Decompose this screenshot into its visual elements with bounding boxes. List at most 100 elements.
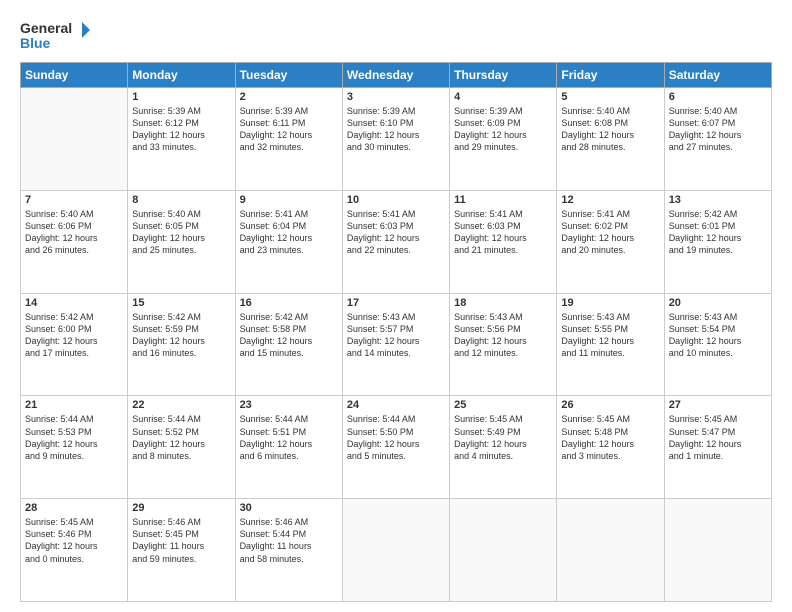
weekday-friday: Friday [557,63,664,88]
weekday-wednesday: Wednesday [342,63,449,88]
day-number: 9 [240,194,338,206]
day-number: 29 [132,502,230,514]
calendar-body: 1 Sunrise: 5:39 AM Sunset: 6:12 PM Daylig… [21,88,772,602]
day-cell: 19 Sunrise: 5:43 AM Sunset: 5:55 PM Dayli… [557,293,664,396]
day-cell: 4 Sunrise: 5:39 AM Sunset: 6:09 PM Daylig… [450,88,557,191]
day-cell [342,499,449,602]
day-cell: 12 Sunrise: 5:41 AM Sunset: 6:02 PM Dayli… [557,190,664,293]
day-info: Sunrise: 5:44 AM Sunset: 5:50 PM Dayligh… [347,413,445,462]
day-info: Sunrise: 5:44 AM Sunset: 5:51 PM Dayligh… [240,413,338,462]
day-info: Sunrise: 5:39 AM Sunset: 6:11 PM Dayligh… [240,105,338,154]
day-info: Sunrise: 5:40 AM Sunset: 6:08 PM Dayligh… [561,105,659,154]
day-info: Sunrise: 5:42 AM Sunset: 6:01 PM Dayligh… [669,208,767,257]
day-info: Sunrise: 5:40 AM Sunset: 6:07 PM Dayligh… [669,105,767,154]
day-cell [664,499,771,602]
header: General Blue [20,18,772,54]
week-row-2: 14 Sunrise: 5:42 AM Sunset: 6:00 PM Dayli… [21,293,772,396]
day-number: 19 [561,297,659,309]
day-info: Sunrise: 5:44 AM Sunset: 5:53 PM Dayligh… [25,413,123,462]
calendar-page: General Blue SundayMondayTuesdayWednesda… [0,0,792,612]
day-number: 1 [132,91,230,103]
day-info: Sunrise: 5:43 AM Sunset: 5:54 PM Dayligh… [669,311,767,360]
day-number: 25 [454,399,552,411]
day-cell: 8 Sunrise: 5:40 AM Sunset: 6:05 PM Daylig… [128,190,235,293]
day-number: 2 [240,91,338,103]
day-info: Sunrise: 5:45 AM Sunset: 5:46 PM Dayligh… [25,516,123,565]
day-number: 16 [240,297,338,309]
weekday-header: SundayMondayTuesdayWednesdayThursdayFrid… [21,63,772,88]
day-number: 8 [132,194,230,206]
day-number: 27 [669,399,767,411]
day-info: Sunrise: 5:42 AM Sunset: 6:00 PM Dayligh… [25,311,123,360]
calendar-table: SundayMondayTuesdayWednesdayThursdayFrid… [20,62,772,602]
day-info: Sunrise: 5:44 AM Sunset: 5:52 PM Dayligh… [132,413,230,462]
day-cell [557,499,664,602]
day-cell: 14 Sunrise: 5:42 AM Sunset: 6:00 PM Dayli… [21,293,128,396]
day-number: 11 [454,194,552,206]
day-info: Sunrise: 5:39 AM Sunset: 6:12 PM Dayligh… [132,105,230,154]
day-info: Sunrise: 5:46 AM Sunset: 5:44 PM Dayligh… [240,516,338,565]
day-number: 17 [347,297,445,309]
week-row-0: 1 Sunrise: 5:39 AM Sunset: 6:12 PM Daylig… [21,88,772,191]
day-number: 26 [561,399,659,411]
day-number: 13 [669,194,767,206]
day-cell: 13 Sunrise: 5:42 AM Sunset: 6:01 PM Dayli… [664,190,771,293]
day-cell: 3 Sunrise: 5:39 AM Sunset: 6:10 PM Daylig… [342,88,449,191]
day-info: Sunrise: 5:45 AM Sunset: 5:48 PM Dayligh… [561,413,659,462]
day-info: Sunrise: 5:45 AM Sunset: 5:49 PM Dayligh… [454,413,552,462]
day-number: 24 [347,399,445,411]
week-row-1: 7Sunrise: 5:40 AM Sunset: 6:06 PM Daylig… [21,190,772,293]
week-row-4: 28 Sunrise: 5:45 AM Sunset: 5:46 PM Dayli… [21,499,772,602]
weekday-tuesday: Tuesday [235,63,342,88]
day-cell: 9 Sunrise: 5:41 AM Sunset: 6:04 PM Daylig… [235,190,342,293]
day-number: 14 [25,297,123,309]
day-info: Sunrise: 5:43 AM Sunset: 5:57 PM Dayligh… [347,311,445,360]
day-number: 18 [454,297,552,309]
day-cell: 11Sunrise: 5:41 AM Sunset: 6:03 PM Dayli… [450,190,557,293]
day-info: Sunrise: 5:41 AM Sunset: 6:03 PM Dayligh… [347,208,445,257]
day-number: 5 [561,91,659,103]
day-number: 3 [347,91,445,103]
day-number: 4 [454,91,552,103]
day-cell: 5 Sunrise: 5:40 AM Sunset: 6:08 PM Daylig… [557,88,664,191]
day-cell [450,499,557,602]
day-cell: 6 Sunrise: 5:40 AM Sunset: 6:07 PM Daylig… [664,88,771,191]
week-row-3: 21Sunrise: 5:44 AM Sunset: 5:53 PM Dayli… [21,396,772,499]
day-cell: 2 Sunrise: 5:39 AM Sunset: 6:11 PM Daylig… [235,88,342,191]
day-number: 6 [669,91,767,103]
day-number: 23 [240,399,338,411]
logo-svg: General Blue [20,18,90,54]
day-cell: 10 Sunrise: 5:41 AM Sunset: 6:03 PM Dayli… [342,190,449,293]
day-cell: 26 Sunrise: 5:45 AM Sunset: 5:48 PM Dayli… [557,396,664,499]
day-cell: 24 Sunrise: 5:44 AM Sunset: 5:50 PM Dayli… [342,396,449,499]
day-number: 12 [561,194,659,206]
day-number: 28 [25,502,123,514]
day-cell: 23 Sunrise: 5:44 AM Sunset: 5:51 PM Dayli… [235,396,342,499]
day-number: 10 [347,194,445,206]
weekday-sunday: Sunday [21,63,128,88]
day-cell: 17 Sunrise: 5:43 AM Sunset: 5:57 PM Dayli… [342,293,449,396]
day-info: Sunrise: 5:39 AM Sunset: 6:09 PM Dayligh… [454,105,552,154]
weekday-monday: Monday [128,63,235,88]
day-info: Sunrise: 5:45 AM Sunset: 5:47 PM Dayligh… [669,413,767,462]
day-cell: 21Sunrise: 5:44 AM Sunset: 5:53 PM Dayli… [21,396,128,499]
day-info: Sunrise: 5:43 AM Sunset: 5:55 PM Dayligh… [561,311,659,360]
day-info: Sunrise: 5:40 AM Sunset: 6:06 PM Dayligh… [25,208,123,257]
day-cell [21,88,128,191]
day-cell: 18 Sunrise: 5:43 AM Sunset: 5:56 PM Dayli… [450,293,557,396]
day-info: Sunrise: 5:41 AM Sunset: 6:02 PM Dayligh… [561,208,659,257]
day-info: Sunrise: 5:39 AM Sunset: 6:10 PM Dayligh… [347,105,445,154]
day-cell: 22Sunrise: 5:44 AM Sunset: 5:52 PM Dayli… [128,396,235,499]
day-cell: 30Sunrise: 5:46 AM Sunset: 5:44 PM Dayli… [235,499,342,602]
day-info: Sunrise: 5:41 AM Sunset: 6:04 PM Dayligh… [240,208,338,257]
day-cell: 15Sunrise: 5:42 AM Sunset: 5:59 PM Dayli… [128,293,235,396]
day-cell: 16Sunrise: 5:42 AM Sunset: 5:58 PM Dayli… [235,293,342,396]
weekday-saturday: Saturday [664,63,771,88]
logo: General Blue [20,18,90,54]
day-info: Sunrise: 5:43 AM Sunset: 5:56 PM Dayligh… [454,311,552,360]
day-cell: 7Sunrise: 5:40 AM Sunset: 6:06 PM Daylig… [21,190,128,293]
day-info: Sunrise: 5:46 AM Sunset: 5:45 PM Dayligh… [132,516,230,565]
day-info: Sunrise: 5:40 AM Sunset: 6:05 PM Dayligh… [132,208,230,257]
day-number: 15 [132,297,230,309]
day-number: 20 [669,297,767,309]
